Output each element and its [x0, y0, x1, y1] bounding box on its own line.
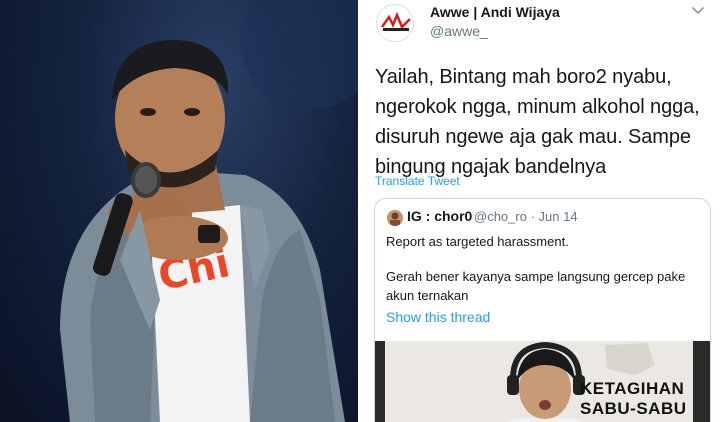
quoted-date[interactable]: · Jun 14: [531, 209, 578, 224]
quoted-text-line2: Gerah bener kayanya sampe langsung gerce…: [386, 269, 686, 303]
quoted-handle[interactable]: @cho_ro: [474, 209, 527, 224]
media-caption-line2: SABU-SABU: [580, 399, 687, 418]
media-caption-line1: KETAGIHAN: [580, 379, 685, 398]
tweet-text: Yailah, Bintang mah boro2 nyabu, ngeroko…: [375, 66, 700, 178]
quoted-media[interactable]: KETAGIHAN SABU-SABU: [375, 341, 710, 422]
quoted-user-avatar[interactable]: [387, 210, 403, 226]
user-handle[interactable]: @awwe_: [430, 23, 488, 39]
stage-photo: Chi: [0, 0, 358, 422]
comedian-illustration: Chi: [60, 0, 358, 422]
media-image: KETAGIHAN SABU-SABU: [385, 341, 693, 422]
tweet-card: Awwe | Andi Wijaya @awwe_ Yailah, Bintan…: [358, 0, 720, 422]
awwe-logo-icon: [377, 5, 413, 41]
user-avatar[interactable]: [376, 4, 414, 42]
quoted-text-line1: Report as targeted harassment.: [386, 234, 569, 249]
translate-tweet-link[interactable]: Translate Tweet: [375, 174, 460, 188]
quoted-handle-date[interactable]: @cho_ro · Jun 14: [474, 209, 578, 224]
quoted-tweet[interactable]: IG : chor0 @cho_ro · Jun 14 Report as ta…: [374, 198, 711, 422]
show-thread-link[interactable]: Show this thread: [386, 309, 490, 325]
quoted-display-name[interactable]: IG : chor0: [407, 208, 472, 224]
chevron-down-icon[interactable]: [690, 4, 706, 18]
user-display-name[interactable]: Awwe | Andi Wijaya: [430, 4, 560, 20]
